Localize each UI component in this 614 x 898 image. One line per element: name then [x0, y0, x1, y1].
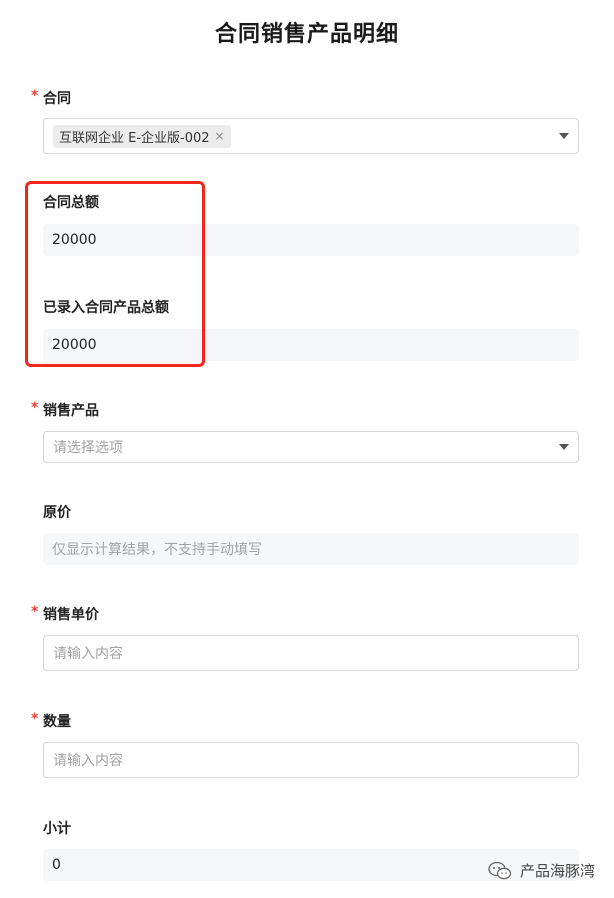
quantity-input[interactable]: 请输入内容 — [43, 742, 579, 778]
contract-tag-text: 互联网企业 E-企业版-002 — [59, 130, 210, 146]
required-mark: * — [31, 711, 39, 727]
product-label: 销售产品 — [43, 403, 99, 419]
subtotal-value: 0 — [52, 857, 61, 873]
contract-tag: 互联网企业 E-企业版-002 × — [53, 124, 231, 148]
unit-price-input[interactable]: 请输入内容 — [43, 635, 579, 671]
unit-price-placeholder: 请输入内容 — [53, 646, 123, 662]
unit-price-label: 销售单价 — [43, 607, 99, 623]
watermark: 产品海豚湾 — [488, 860, 595, 881]
product-placeholder: 请选择选项 — [53, 440, 123, 456]
contract-select[interactable]: 互联网企业 E-企业版-002 × — [43, 118, 579, 154]
quantity-label: 数量 — [43, 714, 71, 730]
watermark-text: 产品海豚湾 — [520, 862, 596, 880]
close-icon[interactable]: × — [215, 129, 225, 143]
wechat-icon — [488, 861, 512, 879]
chevron-down-icon[interactable] — [559, 133, 569, 139]
original-price-placeholder: 仅显示计算结果，不支持手动填写 — [52, 542, 262, 558]
required-mark: * — [31, 400, 39, 416]
page-title: 合同销售产品明细 — [214, 22, 399, 47]
product-select[interactable]: 请选择选项 — [43, 431, 579, 463]
contract-label: 合同 — [43, 91, 71, 107]
subtotal-label: 小计 — [43, 821, 71, 837]
highlight-box — [25, 181, 205, 367]
original-price-label: 原价 — [43, 505, 71, 521]
quantity-placeholder: 请输入内容 — [53, 753, 123, 769]
chevron-down-icon[interactable] — [559, 444, 569, 450]
original-price-field: 仅显示计算结果，不支持手动填写 — [43, 533, 579, 565]
required-mark: * — [31, 604, 39, 620]
required-mark: * — [31, 88, 39, 104]
